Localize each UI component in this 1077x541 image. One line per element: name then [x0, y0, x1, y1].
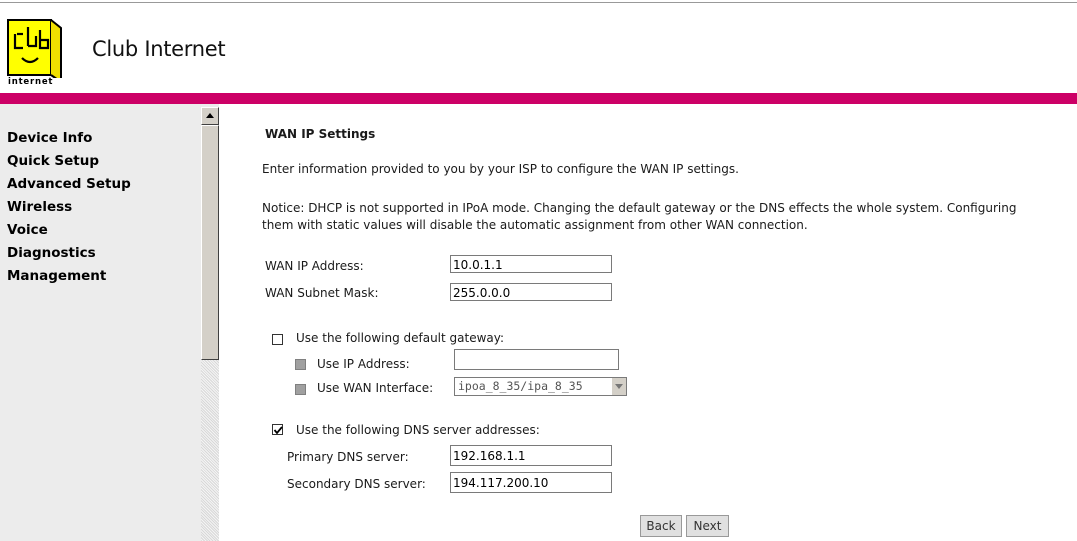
- select-dropdown-button[interactable]: [611, 378, 626, 395]
- checkmark-icon: [273, 426, 283, 435]
- page-title: WAN IP Settings: [265, 127, 376, 141]
- wan-interface-select-value: ipoa_8_35/ipa_8_35: [458, 379, 583, 393]
- sidebar: Device Info Quick Setup Advanced Setup W…: [0, 104, 219, 541]
- club-internet-logo: internet: [6, 18, 65, 89]
- notice-text-line-2: them with static values will disable the…: [262, 218, 808, 232]
- sidebar-item-management[interactable]: Management: [7, 265, 131, 288]
- sidebar-item-advanced-setup[interactable]: Advanced Setup: [7, 173, 131, 196]
- wan-subnet-mask-input[interactable]: 255.0.0.0: [450, 283, 612, 301]
- primary-dns-label: Primary DNS server:: [287, 450, 409, 464]
- next-button[interactable]: Next: [686, 515, 729, 537]
- notice-text-line-1: Notice: DHCP is not supported in IPoA mo…: [262, 201, 1017, 215]
- logo-text: internet: [8, 77, 54, 87]
- wan-ip-input[interactable]: 10.0.1.1: [450, 255, 612, 273]
- sidebar-item-wireless[interactable]: Wireless: [7, 196, 131, 219]
- chevron-down-icon: [615, 384, 623, 389]
- brand-title: Club Internet: [92, 37, 226, 61]
- use-wan-interface-label: Use WAN Interface:: [317, 381, 434, 395]
- secondary-dns-label: Secondary DNS server:: [287, 477, 426, 491]
- gateway-ip-input[interactable]: [454, 349, 619, 370]
- back-button[interactable]: Back: [640, 515, 682, 537]
- dns-server-checkbox[interactable]: [272, 424, 283, 435]
- header-divider: [0, 2, 1077, 3]
- sidebar-item-diagnostics[interactable]: Diagnostics: [7, 242, 131, 265]
- sidebar-item-device-info[interactable]: Device Info: [7, 127, 131, 150]
- scrollbar-thumb[interactable]: [201, 125, 219, 360]
- default-gateway-checkbox[interactable]: [272, 334, 283, 345]
- intro-text: Enter information provided to you by you…: [262, 162, 739, 176]
- use-ip-address-radio[interactable]: [295, 359, 306, 370]
- default-gateway-label: Use the following default gateway:: [296, 331, 505, 345]
- primary-dns-input[interactable]: 192.168.1.1: [450, 445, 612, 466]
- arrow-up-icon: [206, 113, 214, 118]
- wan-interface-select[interactable]: ipoa_8_35/ipa_8_35: [454, 377, 627, 396]
- scroll-up-button[interactable]: [201, 107, 219, 125]
- header: internet Club Internet: [0, 0, 1077, 93]
- use-wan-interface-radio[interactable]: [295, 384, 306, 395]
- sidebar-item-voice[interactable]: Voice: [7, 219, 131, 242]
- secondary-dns-input[interactable]: 194.117.200.10: [450, 472, 612, 493]
- use-ip-address-label: Use IP Address:: [317, 357, 410, 371]
- wan-ip-label: WAN IP Address:: [265, 259, 364, 273]
- sidebar-menu: Device Info Quick Setup Advanced Setup W…: [7, 127, 131, 288]
- header-accent-bar: [0, 93, 1077, 104]
- dns-server-label: Use the following DNS server addresses:: [296, 423, 540, 437]
- wan-subnet-mask-label: WAN Subnet Mask:: [265, 286, 379, 300]
- sidebar-item-quick-setup[interactable]: Quick Setup: [7, 150, 131, 173]
